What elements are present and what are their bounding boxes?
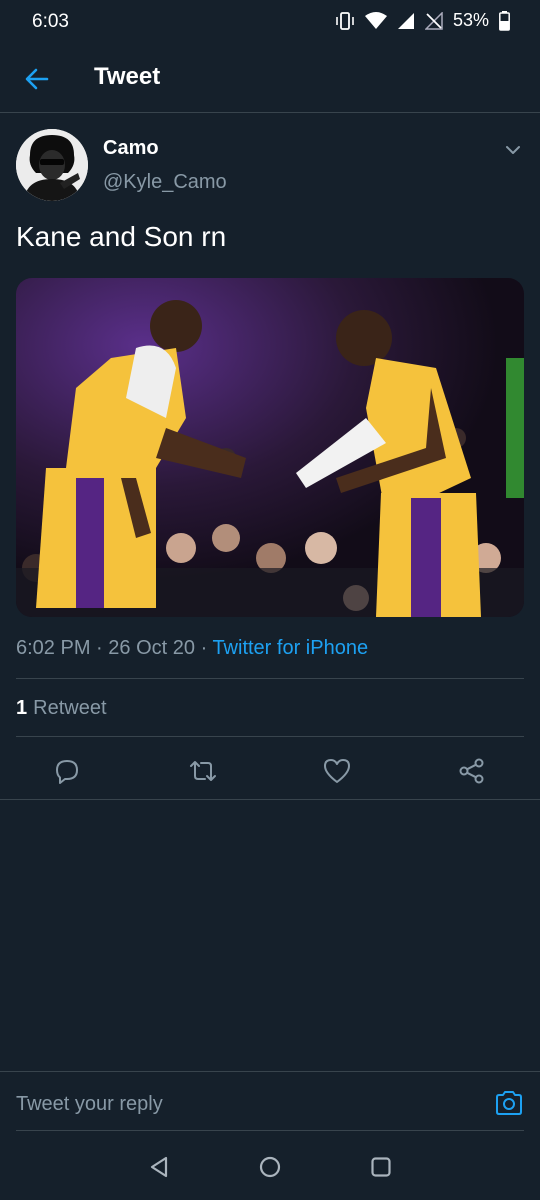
signal-icon <box>397 12 414 29</box>
divider <box>16 736 524 737</box>
author-name[interactable]: Camo <box>103 137 159 160</box>
tweet-source-link[interactable]: Twitter for iPhone <box>212 637 368 659</box>
like-button[interactable] <box>321 755 353 787</box>
page-title: Tweet <box>94 63 161 90</box>
tweet-photo[interactable] <box>16 278 524 617</box>
home-circle-icon <box>259 1156 281 1178</box>
retweet-button[interactable] <box>187 755 219 787</box>
chevron-down-icon <box>506 146 520 154</box>
reply-input[interactable] <box>16 1093 476 1116</box>
tweet-date: 26 Oct 20 <box>108 637 195 659</box>
nav-home-button[interactable] <box>258 1155 282 1179</box>
camera-icon <box>496 1091 522 1115</box>
photo-illustration <box>16 278 524 617</box>
reply-icon <box>56 760 78 784</box>
camera-button[interactable] <box>494 1089 524 1117</box>
recents-square-icon <box>371 1157 391 1177</box>
like-icon <box>324 759 350 783</box>
back-button[interactable] <box>20 62 54 96</box>
divider <box>16 678 524 679</box>
nav-back-button[interactable] <box>147 1155 171 1179</box>
retweet-label: Retweet <box>33 697 107 719</box>
app-header: Tweet <box>0 44 540 113</box>
retweet-stats[interactable]: 1 Retweet <box>16 697 107 720</box>
vibrate-icon <box>336 11 354 30</box>
meta-separator: · <box>96 637 103 659</box>
author-handle[interactable]: @Kyle_Camo <box>103 171 227 194</box>
tweet-actions <box>0 743 540 799</box>
reply-button[interactable] <box>51 755 83 787</box>
more-options-button[interactable] <box>500 137 526 163</box>
system-nav-bar <box>0 1131 540 1200</box>
meta-separator: · <box>200 637 208 659</box>
status-bar: 6:03 53% <box>0 0 540 44</box>
battery-percent: 53% <box>452 10 489 30</box>
avatar[interactable] <box>16 129 88 201</box>
reply-bar <box>0 1071 540 1132</box>
back-triangle-icon <box>150 1156 168 1178</box>
nav-recents-button[interactable] <box>369 1155 393 1179</box>
tweet-time: 6:02 PM <box>16 637 91 659</box>
tweet-text: Kane and Son rn <box>16 221 227 252</box>
divider <box>0 799 540 800</box>
battery-icon <box>499 10 510 31</box>
retweet-icon <box>190 761 216 781</box>
arrow-left-icon <box>25 68 49 90</box>
share-button[interactable] <box>456 755 488 787</box>
tweet-meta: 6:02 PM · 26 Oct 20 · Twitter for iPhone <box>16 637 368 660</box>
avatar-photo <box>16 129 88 201</box>
retweet-count: 1 <box>16 697 28 719</box>
status-time: 6:03 <box>32 11 69 32</box>
no-signal-icon <box>424 11 443 30</box>
wifi-icon <box>364 11 387 29</box>
share-icon <box>459 758 484 784</box>
status-icons: 53% <box>335 10 510 31</box>
